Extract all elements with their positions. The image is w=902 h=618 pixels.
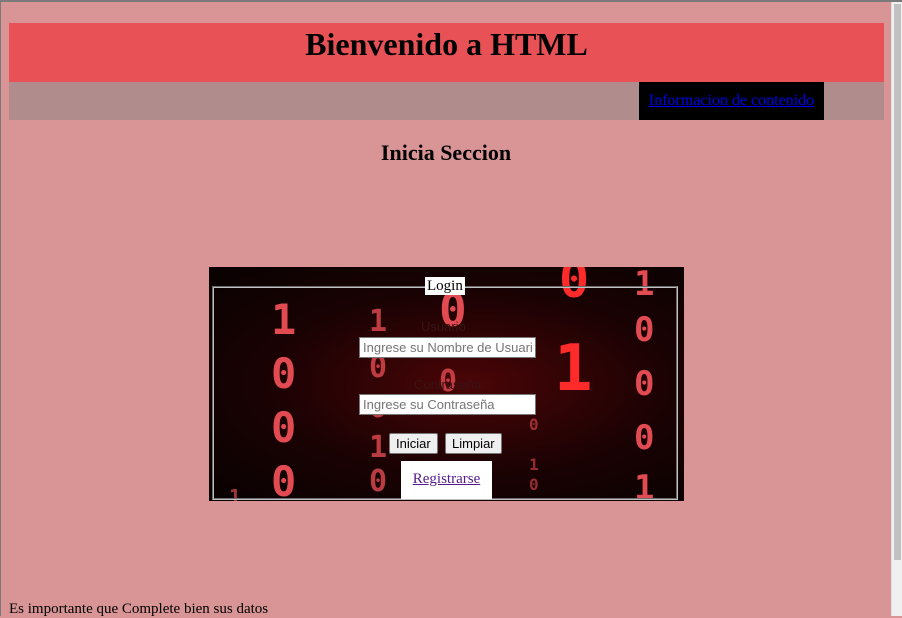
- login-legend: Login: [425, 277, 465, 295]
- password-input[interactable]: [359, 394, 536, 415]
- password-label: Contraseña: [414, 377, 482, 392]
- register-link[interactable]: Registrarse: [413, 471, 480, 488]
- login-reset-button[interactable]: Limpiar: [445, 433, 502, 454]
- footer-note: Es importante que Complete bien sus dato…: [9, 601, 269, 617]
- username-input[interactable]: [359, 337, 536, 358]
- page-title: Bienvenido a HTML: [305, 26, 588, 62]
- page-body: Bienvenido a HTML Informacion de conteni…: [1, 2, 891, 617]
- nav-bar: Informacion de contenido: [9, 82, 884, 120]
- nav-link-container: Informacion de contenido: [639, 82, 824, 120]
- scrollbar-thumb[interactable]: [894, 4, 901, 560]
- login-panel: 1 0 0 0 1 1 0 0 1 0 0 0 1 0 1 0 0 1 1 0 …: [209, 267, 684, 501]
- page-header: Bienvenido a HTML: [9, 23, 884, 82]
- content-info-link[interactable]: Informacion de contenido: [649, 92, 814, 110]
- login-submit-button[interactable]: Iniciar: [389, 433, 438, 454]
- register-container: Registrarse: [401, 461, 492, 499]
- username-label: Usuario: [421, 319, 466, 334]
- section-title: Inicia Seccion: [380, 140, 512, 165]
- vertical-scrollbar[interactable]: [891, 2, 902, 616]
